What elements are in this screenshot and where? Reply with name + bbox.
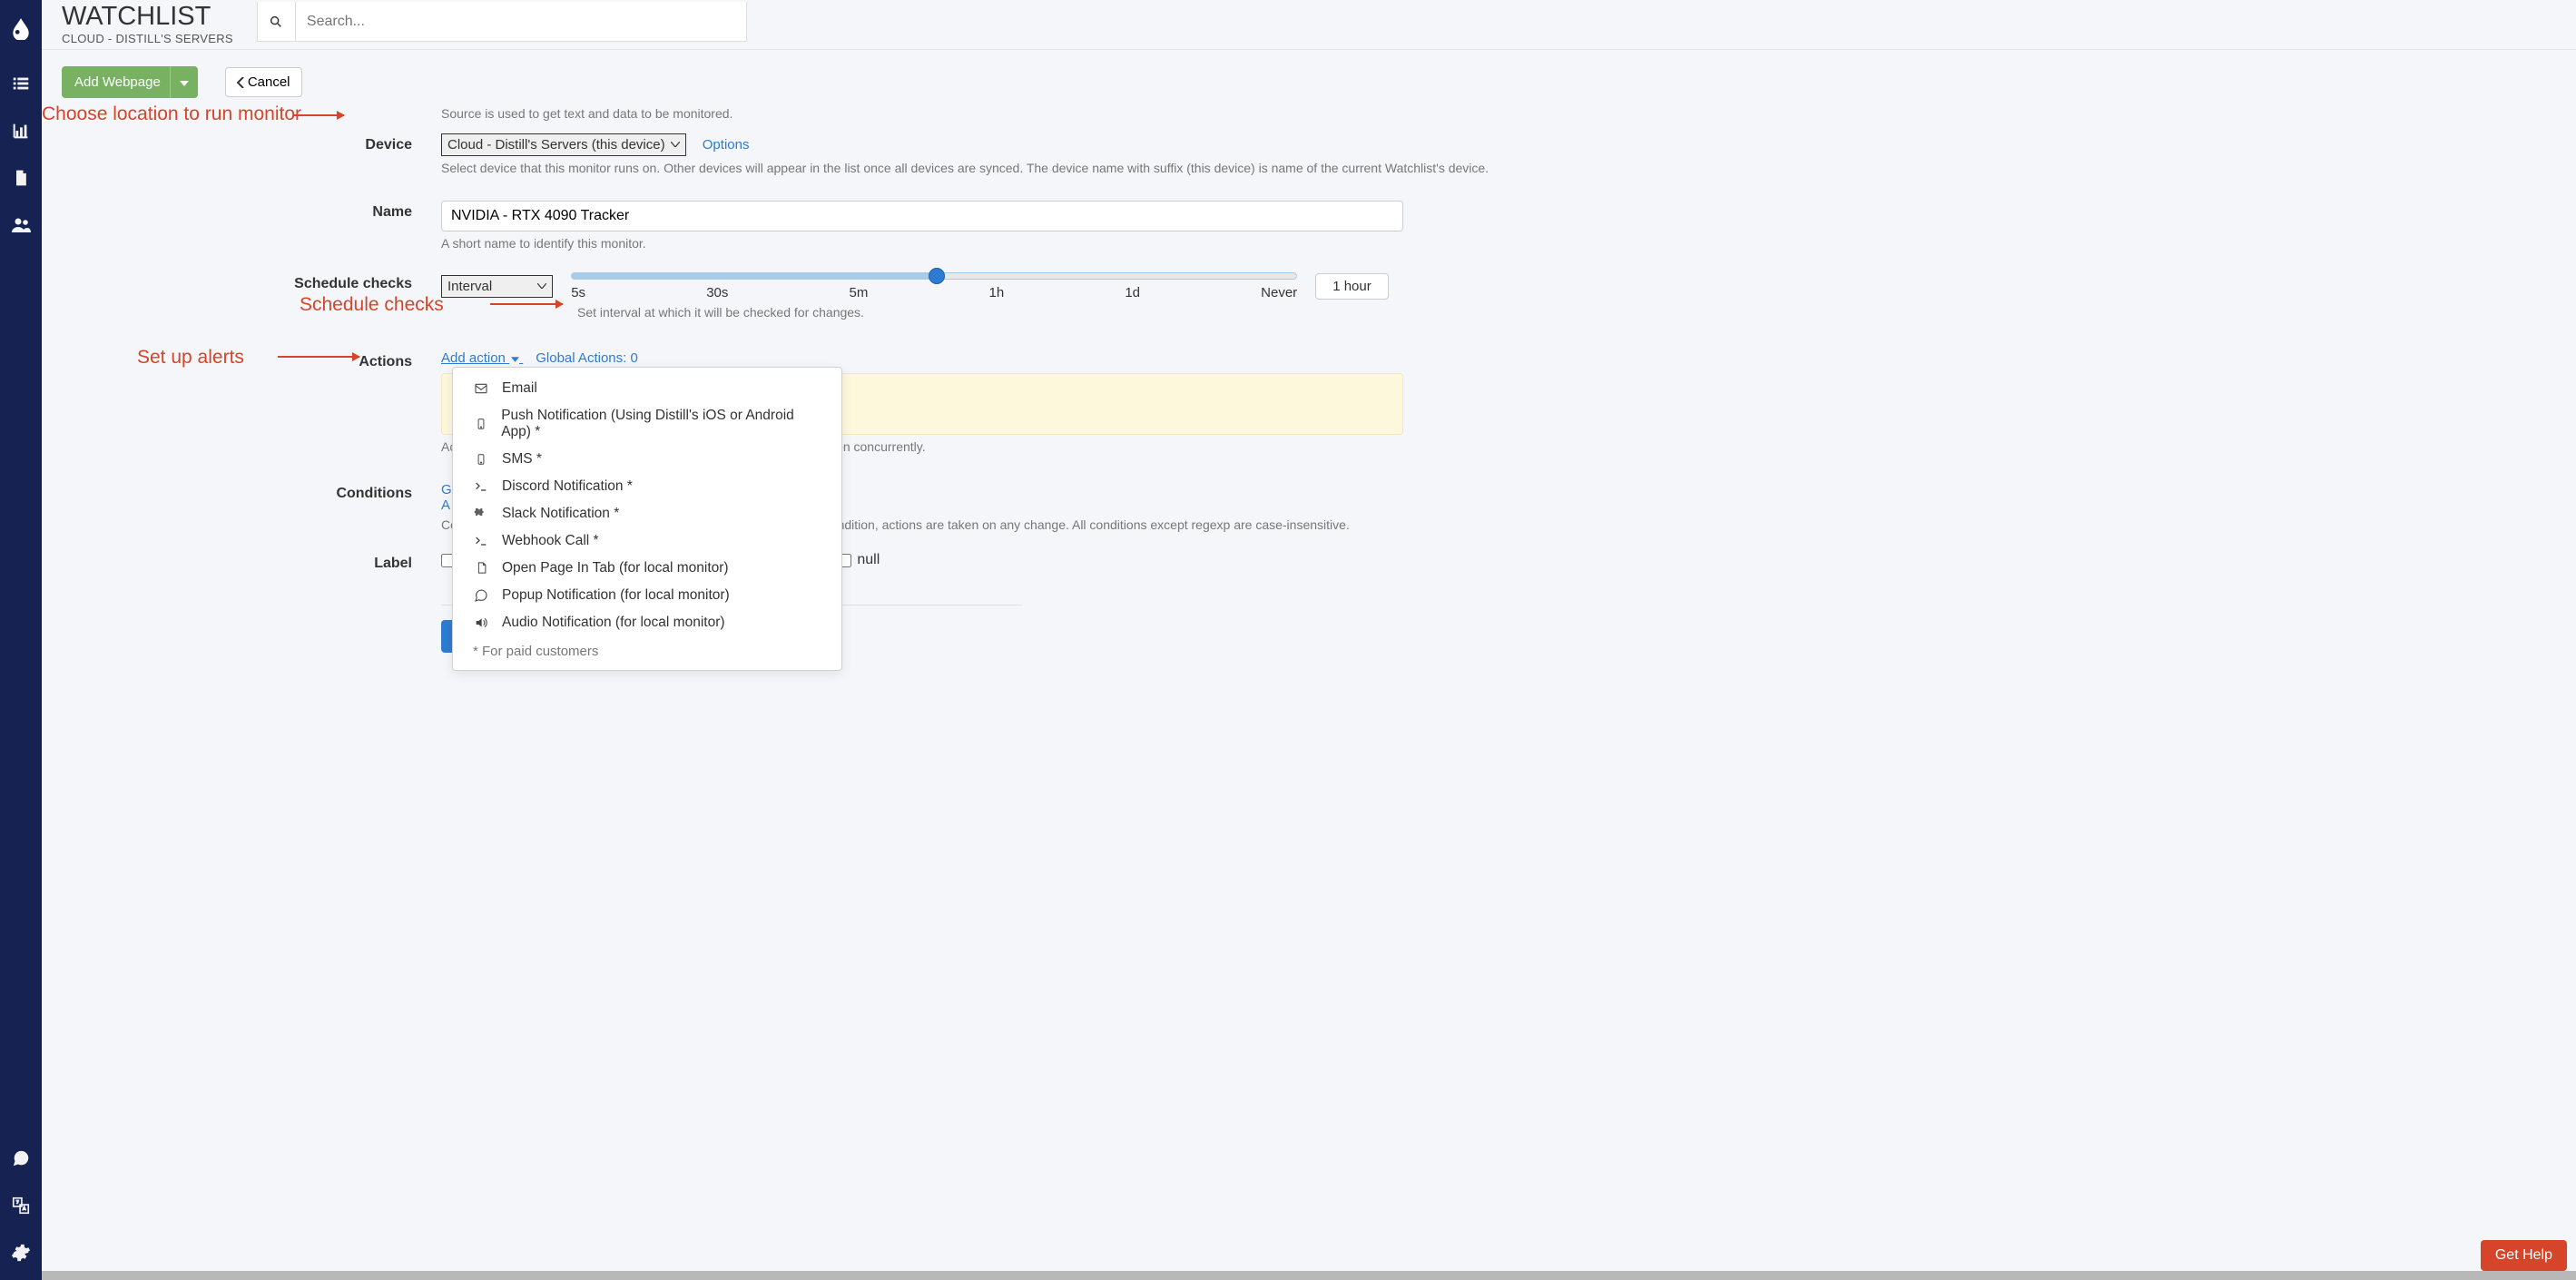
action-option-discord[interactable]: Discord Notification * xyxy=(453,473,841,500)
get-help-button[interactable]: Get Help xyxy=(2481,1240,2567,1271)
page-title: WATCHLIST xyxy=(62,2,233,32)
chart-icon[interactable] xyxy=(10,120,32,142)
schedule-mode-select[interactable]: Interval xyxy=(441,275,553,298)
search-input[interactable] xyxy=(296,2,746,41)
users-icon[interactable] xyxy=(10,214,32,236)
chevron-down-icon xyxy=(671,142,680,147)
terminal-icon xyxy=(473,479,489,494)
add-action-link[interactable]: Add action xyxy=(441,350,523,366)
header: WATCHLIST CLOUD - DISTILL'S SERVERS xyxy=(42,0,2576,50)
audio-icon xyxy=(473,615,489,630)
schedule-label: Schedule checks xyxy=(62,272,441,292)
source-hint: Source is used to get text and data to b… xyxy=(441,105,2556,123)
annotation-schedule: Schedule checks xyxy=(300,294,444,316)
action-option-popup[interactable]: Popup Notification (for local monitor) xyxy=(453,582,841,609)
bottom-scrollbar[interactable] xyxy=(42,1271,2576,1280)
chat-bubble-icon xyxy=(473,588,489,603)
document-icon[interactable] xyxy=(10,167,32,189)
cancel-button[interactable]: Cancel xyxy=(225,67,302,97)
chevron-left-icon xyxy=(237,77,244,88)
device-select[interactable]: Cloud - Distill's Servers (this device) xyxy=(441,133,686,156)
envelope-icon xyxy=(473,381,489,396)
app-logo-icon[interactable] xyxy=(9,16,33,40)
search-icon[interactable] xyxy=(258,2,296,41)
file-icon xyxy=(473,561,489,575)
add-action-dropdown: Email Push Notification (Using Distill's… xyxy=(452,367,842,671)
action-option-slack[interactable]: Slack Notification * xyxy=(453,500,841,527)
name-label: Name xyxy=(62,201,441,221)
schedule-ticks: 5s 30s 5m 1h 1d Never xyxy=(571,285,1297,300)
add-webpage-dropdown-caret[interactable] xyxy=(170,66,198,98)
label-label: Label xyxy=(62,552,441,572)
action-option-sms[interactable]: SMS * xyxy=(453,446,841,473)
terminal-icon xyxy=(473,534,489,548)
device-hint: Select device that this monitor runs on.… xyxy=(441,160,2556,177)
dropdown-note: * For paid customers xyxy=(453,636,841,663)
device-label: Device xyxy=(62,133,441,153)
phone-icon xyxy=(473,453,489,466)
sidebar xyxy=(0,0,42,1280)
chevron-down-icon xyxy=(537,283,546,289)
search-box xyxy=(257,2,747,42)
conditions-label: Conditions xyxy=(62,482,441,502)
list-icon[interactable] xyxy=(10,73,32,94)
name-input[interactable] xyxy=(441,201,1403,231)
device-options-link[interactable]: Options xyxy=(703,137,750,153)
chat-icon[interactable] xyxy=(10,1147,32,1169)
label-checkbox-null[interactable]: null xyxy=(838,552,880,568)
schedule-slider[interactable] xyxy=(571,272,1297,280)
action-option-email[interactable]: Email xyxy=(453,375,841,402)
add-webpage-button[interactable]: Add Webpage xyxy=(62,66,173,98)
puzzle-icon xyxy=(473,507,489,521)
schedule-hint: Set interval at which it will be checked… xyxy=(577,304,2556,321)
name-hint: A short name to identify this monitor. xyxy=(441,235,2556,252)
action-option-audio[interactable]: Audio Notification (for local monitor) xyxy=(453,609,841,636)
page-subtitle: CLOUD - DISTILL'S SERVERS xyxy=(62,32,233,45)
toolbar: Add Webpage Cancel xyxy=(42,50,2576,100)
actions-label: Actions xyxy=(62,350,441,370)
conditions-global-link[interactable]: G xyxy=(441,482,452,497)
phone-icon xyxy=(473,418,488,430)
action-option-webhook[interactable]: Webhook Call * xyxy=(453,527,841,555)
schedule-slider-thumb[interactable] xyxy=(929,268,945,284)
action-option-push[interactable]: Push Notification (Using Distill's iOS o… xyxy=(453,402,841,446)
translate-icon[interactable] xyxy=(10,1195,32,1216)
schedule-value-display: 1 hour xyxy=(1315,273,1389,300)
global-actions-link[interactable]: Global Actions: 0 xyxy=(536,350,638,366)
gear-icon[interactable] xyxy=(10,1242,32,1264)
action-option-open-tab[interactable]: Open Page In Tab (for local monitor) xyxy=(453,555,841,582)
conditions-add-link[interactable]: A xyxy=(441,497,450,513)
